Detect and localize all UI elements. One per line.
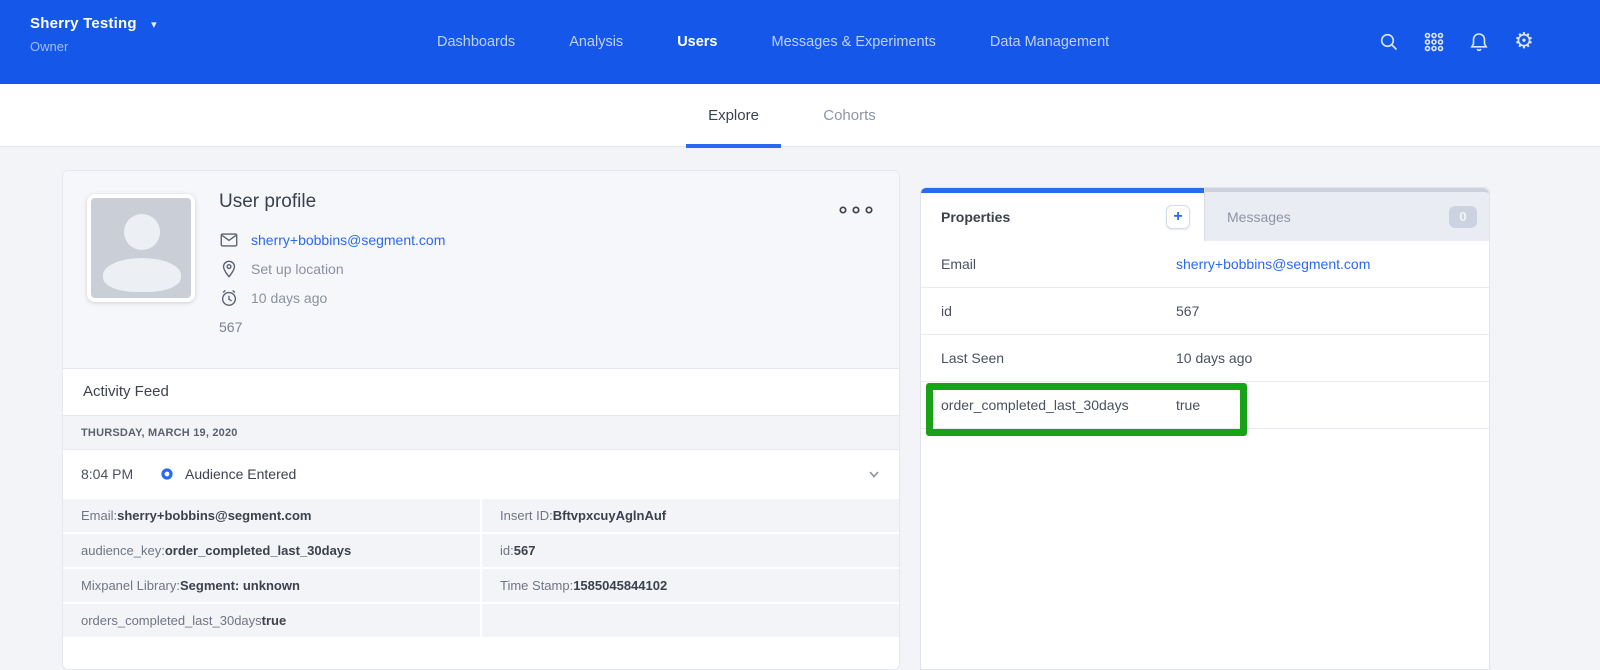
activity-date-header: THURSDAY, MARCH 19, 2020 — [63, 416, 899, 450]
tab-cohorts[interactable]: Cohorts — [802, 84, 897, 147]
project-switcher[interactable]: Sherry Testing ▾ Owner — [30, 15, 157, 54]
event-name: Audience Entered — [185, 466, 296, 482]
event-detail-cell: id: 567 — [482, 534, 899, 567]
avatar-silhouette-body — [103, 258, 181, 292]
more-options-icon[interactable] — [834, 201, 878, 219]
tab-messages[interactable]: Messages 0 — [1204, 188, 1489, 241]
nav-item-messages-experiments[interactable]: Messages & Experiments — [772, 34, 936, 50]
tab-properties[interactable]: Properties + — [921, 188, 1204, 241]
event-detail-cell: Mixpanel Library: Segment: unknown — [63, 569, 480, 602]
add-property-button[interactable]: + — [1166, 205, 1190, 229]
nav-item-data-management[interactable]: Data Management — [990, 34, 1109, 50]
apps-grid-icon[interactable] — [1422, 30, 1446, 54]
tab-properties-label: Properties — [941, 209, 1010, 225]
project-role: Owner — [30, 39, 157, 54]
activity-event-row[interactable]: 8:04 PM Audience Entered — [63, 450, 899, 497]
profile-distinct-id: 567 — [219, 312, 445, 341]
settings-gear-icon[interactable]: ⚙ — [1512, 30, 1536, 54]
event-detail-cell — [482, 604, 899, 637]
profile-header: User profile sherry+bobbins@segment.com … — [63, 171, 899, 369]
event-detail-cell: Time Stamp: 1585045844102 — [482, 569, 899, 602]
event-detail-cell: orders_completed_last_30daystrue — [63, 604, 480, 637]
top-navigation-bar: Sherry Testing ▾ Owner Dashboards Analys… — [0, 0, 1600, 84]
tab-messages-label: Messages — [1227, 209, 1291, 225]
profile-last-seen: 10 days ago — [251, 290, 327, 306]
property-row-id: id 567 — [921, 288, 1489, 335]
properties-panel: Properties + Messages 0 Email sherry+bob… — [920, 187, 1490, 670]
event-detail-cell: audience_key: order_completed_last_30day… — [63, 534, 480, 567]
messages-count-badge: 0 — [1449, 206, 1477, 228]
nav-item-analysis[interactable]: Analysis — [569, 34, 623, 50]
caret-down-icon: ▾ — [151, 19, 157, 31]
event-detail-cell: Insert ID: BftvpxcuyAglnAuf — [482, 499, 899, 532]
event-type-dot-icon — [161, 468, 173, 480]
page-title: User profile — [219, 191, 445, 213]
user-profile-card: User profile sherry+bobbins@segment.com … — [62, 170, 900, 670]
profile-location-placeholder[interactable]: Set up location — [251, 261, 344, 277]
property-email-link[interactable]: sherry+bobbins@segment.com — [1176, 256, 1370, 272]
envelope-icon — [219, 230, 239, 250]
property-row-last-seen: Last Seen 10 days ago — [921, 335, 1489, 382]
nav-item-dashboards[interactable]: Dashboards — [437, 34, 515, 50]
avatar — [87, 194, 195, 302]
avatar-silhouette-head — [124, 214, 160, 250]
property-row-email: Email sherry+bobbins@segment.com — [921, 241, 1489, 288]
topbar-icons: ⚙ — [1377, 0, 1536, 84]
event-time: 8:04 PM — [81, 466, 153, 482]
notifications-bell-icon[interactable] — [1467, 30, 1491, 54]
search-icon[interactable] — [1377, 30, 1401, 54]
nav-item-users[interactable]: Users — [677, 34, 717, 50]
profile-email-link[interactable]: sherry+bobbins@segment.com — [251, 232, 445, 248]
alarm-clock-icon — [219, 288, 239, 308]
chevron-down-icon[interactable] — [867, 467, 881, 481]
event-details-table: Email: sherry+bobbins@segment.com Insert… — [63, 497, 899, 637]
location-pin-icon — [219, 259, 239, 279]
primary-nav: Dashboards Analysis Users Messages & Exp… — [437, 0, 1109, 84]
users-subnav: Explore Cohorts — [0, 84, 1600, 147]
tab-explore[interactable]: Explore — [686, 84, 781, 147]
activity-feed-title: Activity Feed — [63, 369, 899, 416]
project-name: Sherry Testing — [30, 15, 137, 32]
event-detail-cell: Email: sherry+bobbins@segment.com — [63, 499, 480, 532]
property-row-order-completed: order_completed_last_30days true — [921, 382, 1489, 429]
